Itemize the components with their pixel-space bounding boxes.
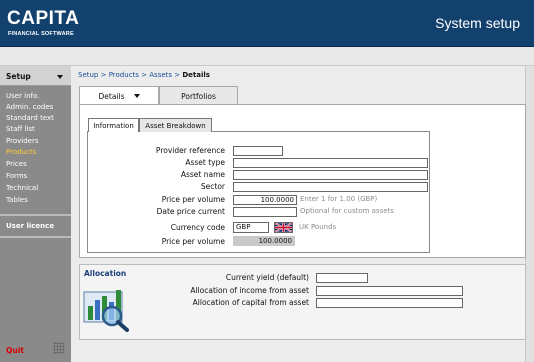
chevron-down-icon[interactable] <box>57 75 63 79</box>
breadcrumb-separator: > <box>98 71 109 79</box>
tab-information[interactable]: Information <box>88 118 139 132</box>
asset-name-input[interactable] <box>233 170 428 180</box>
price-per-volume-readonly-value: 100.0000 <box>233 236 295 246</box>
resize-grip-icon[interactable] <box>53 342 65 354</box>
sidebar-item-products[interactable]: Products <box>6 148 36 157</box>
sidebar-item-user-info[interactable]: User info. <box>6 92 39 101</box>
tab-asset-breakdown[interactable]: Asset Breakdown <box>139 118 212 132</box>
date-price-current-input[interactable] <box>233 207 297 217</box>
breadcrumb: Setup > Products > Assets > Details <box>78 71 210 79</box>
price-per-volume-label: Price per volume <box>161 195 225 204</box>
breadcrumb-products[interactable]: Products <box>109 71 139 79</box>
sidebar-item-technical[interactable]: Technical <box>6 184 38 193</box>
capita-logo: CAPITA <box>7 8 80 29</box>
vertical-scrollbar[interactable] <box>525 66 534 362</box>
sidebar-item-admin-codes[interactable]: Admin. codes <box>6 103 53 112</box>
provider-reference-label: Provider reference <box>155 146 225 155</box>
chevron-down-icon[interactable] <box>133 94 140 98</box>
asset-type-label: Asset type <box>185 158 225 167</box>
breadcrumb-separator: > <box>172 71 183 79</box>
allocation-chart-magnifier-icon <box>82 284 134 332</box>
sidebar-divider <box>0 214 71 216</box>
asset-name-label: Asset name <box>180 170 225 179</box>
breadcrumb-separator: > <box>138 71 150 79</box>
breadcrumb-assets[interactable]: Assets <box>149 71 172 79</box>
sidebar-item-tables[interactable]: Tables <box>6 196 28 205</box>
logo-subtitle: FINANCIAL SOFTWARE <box>8 31 74 37</box>
currency-name: UK Pounds <box>299 223 337 231</box>
asset-type-input[interactable] <box>233 158 428 168</box>
capital-allocation-input[interactable] <box>316 298 463 308</box>
tab-details[interactable]: Details <box>79 86 159 105</box>
price-per-volume-readonly-label: Price per volume <box>161 237 225 246</box>
sector-input[interactable] <box>233 182 428 192</box>
provider-reference-input[interactable] <box>233 146 283 156</box>
sidebar-item-providers[interactable]: Providers <box>6 137 38 146</box>
date-price-current-label: Date price current <box>156 207 225 216</box>
toolbar-band <box>0 47 534 66</box>
sidebar-item-forms[interactable]: Forms <box>6 172 27 181</box>
income-allocation-input[interactable] <box>316 286 463 296</box>
date-price-current-hint: Optional for custom assets <box>300 207 394 215</box>
sidebar-item-staff-list[interactable]: Staff list <box>6 125 35 134</box>
current-yield-input[interactable] <box>316 273 368 283</box>
quit-button[interactable]: Quit <box>6 346 24 355</box>
currency-code-input[interactable]: GBP <box>233 222 269 233</box>
page-title: System setup <box>435 15 520 31</box>
sector-label: Sector <box>200 182 225 191</box>
tab-portfolios-label[interactable]: Portfolios <box>181 92 216 101</box>
current-yield-label: Current yield (default) <box>225 273 309 282</box>
tab-portfolios[interactable]: Portfolios <box>159 86 238 105</box>
sidebar-item-standard-text[interactable]: Standard text <box>6 114 54 123</box>
price-per-volume-hint: Enter 1 for 1.00 (GBP) <box>300 195 378 203</box>
tab-details-label[interactable]: Details <box>98 92 124 101</box>
capital-allocation-label: Allocation of capital from asset <box>192 298 309 307</box>
uk-flag-icon <box>274 222 293 233</box>
allocation-title: Allocation <box>84 269 127 278</box>
sidebar-item-user-licence[interactable]: User licence <box>6 222 54 230</box>
currency-code-label: Currency code <box>170 223 225 232</box>
breadcrumb-current: Details <box>182 71 210 79</box>
sidebar-item-prices[interactable]: Prices <box>6 160 27 169</box>
income-allocation-label: Allocation of income from asset <box>190 286 309 295</box>
price-per-volume-input[interactable]: 100.0000 <box>233 195 297 205</box>
sidebar-divider <box>0 236 71 238</box>
sidebar-dropdown-label[interactable]: Setup <box>6 72 31 81</box>
breadcrumb-setup[interactable]: Setup <box>78 71 98 79</box>
